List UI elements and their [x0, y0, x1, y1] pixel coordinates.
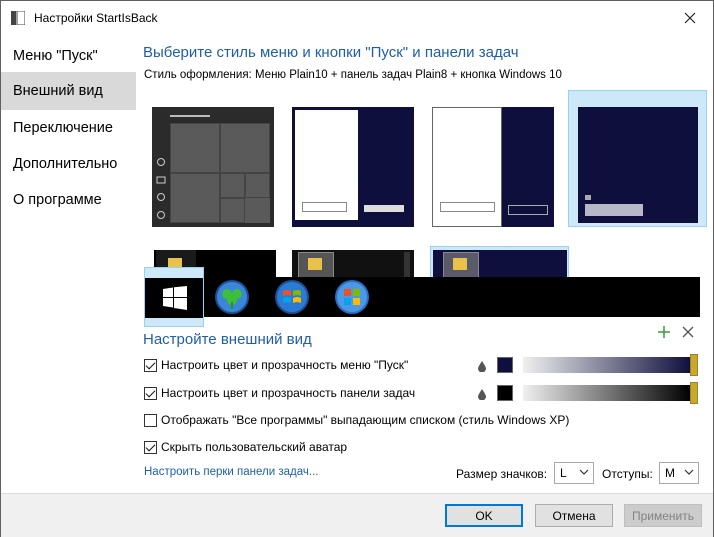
taskbar-color-label: Настроить цвет и прозрачность панели зад… — [161, 386, 416, 400]
chevron-down-icon — [579, 469, 589, 475]
taskbar-perks-link[interactable]: Настроить перки панели задач... — [144, 466, 318, 478]
menu-opacity-slider[interactable] — [523, 357, 691, 373]
settings-window: Настройки StartIsBack Меню "Пуск" Внешни… — [0, 0, 714, 537]
taskbar-color-checkbox[interactable] — [144, 386, 157, 400]
add-icon[interactable] — [657, 325, 671, 339]
menu-style-plain8[interactable] — [292, 107, 414, 227]
chevron-down-icon — [684, 469, 694, 475]
menu-style-windows10[interactable] — [152, 107, 274, 227]
windows7-orb-alt-icon[interactable] — [334, 279, 370, 315]
cancel-button[interactable]: Отмена — [535, 504, 613, 527]
sidebar: Меню "Пуск" Внешний вид Переключение Доп… — [1, 35, 136, 493]
style-gallery — [144, 90, 707, 282]
taskbar-color-swatch[interactable] — [497, 385, 513, 401]
option-hide-avatar[interactable]: Скрыть пользовательский аватар — [144, 440, 347, 454]
spacing-value: M — [665, 466, 675, 480]
dialog-footer: OK Отмена Применить — [1, 493, 713, 537]
close-icon — [684, 12, 696, 24]
taskbar-opacity-slider[interactable] — [523, 385, 691, 401]
sidebar-item-switching[interactable]: Переключение — [1, 109, 136, 147]
app-icon — [11, 11, 25, 25]
all-programs-checkbox[interactable] — [144, 413, 157, 427]
windows7-orb-icon[interactable] — [274, 279, 310, 315]
all-programs-label: Отображать "Все программы" выпадающим сп… — [161, 413, 570, 427]
hide-avatar-label: Скрыть пользовательский аватар — [161, 440, 348, 454]
taskbar-opacity-slider-thumb[interactable] — [690, 382, 698, 404]
icon-size-value: L — [560, 466, 567, 480]
ok-button[interactable]: OK — [445, 504, 523, 527]
style-label: Стиль оформления: — [144, 69, 252, 81]
style-description: Стиль оформления: Меню Plain10 + панель … — [144, 69, 562, 81]
menu-color-swatch[interactable] — [497, 357, 513, 373]
menu-style-plain10[interactable] — [568, 90, 707, 227]
menu-color-label: Настроить цвет и прозрачность меню "Пуск… — [161, 358, 409, 372]
apply-button[interactable]: Применить — [624, 504, 702, 527]
windows10-logo-icon — [163, 286, 187, 310]
close-button[interactable] — [667, 1, 713, 35]
sidebar-item-advanced[interactable]: Дополнительно — [1, 145, 136, 183]
clover-orb-icon[interactable] — [214, 279, 250, 315]
title-bar: Настройки StartIsBack — [1, 1, 713, 35]
appearance-panel: Выберите стиль меню и кнопки "Пуск" и па… — [136, 35, 713, 493]
remove-icon[interactable] — [682, 326, 694, 338]
side-icons — [156, 158, 166, 219]
start-button-gallery — [144, 267, 700, 327]
option-all-programs-dropdown[interactable]: Отображать "Все программы" выпадающим сп… — [144, 413, 569, 427]
spacing-label: Отступы: — [602, 467, 653, 481]
spacing-select[interactable]: M — [659, 462, 699, 484]
start-button-windows10[interactable] — [144, 267, 204, 327]
option-menu-color[interactable]: Настроить цвет и прозрачность меню "Пуск… — [144, 358, 408, 372]
window-title: Настройки StartIsBack — [34, 11, 158, 25]
hide-avatar-checkbox[interactable] — [144, 440, 157, 454]
opacity-drop-icon — [478, 389, 486, 400]
menu-opacity-slider-thumb[interactable] — [690, 354, 698, 376]
sidebar-item-start-menu[interactable]: Меню "Пуск" — [1, 37, 136, 75]
icon-size-select[interactable]: L — [554, 462, 594, 484]
icon-size-label: Размер значков: — [456, 467, 548, 481]
style-heading: Выберите стиль меню и кнопки "Пуск" и па… — [143, 44, 519, 61]
style-value: Меню Plain10 + панель задач Plain8 + кно… — [254, 69, 562, 81]
menu-color-checkbox[interactable] — [144, 358, 157, 372]
customize-heading: Настройте внешний вид — [143, 331, 312, 348]
opacity-drop-icon — [478, 361, 486, 372]
sidebar-item-appearance[interactable]: Внешний вид — [1, 72, 136, 110]
sidebar-item-about[interactable]: О программе — [1, 181, 136, 219]
option-taskbar-color[interactable]: Настроить цвет и прозрачность панели зад… — [144, 386, 415, 400]
menu-style-plain8-alt[interactable] — [432, 107, 554, 227]
